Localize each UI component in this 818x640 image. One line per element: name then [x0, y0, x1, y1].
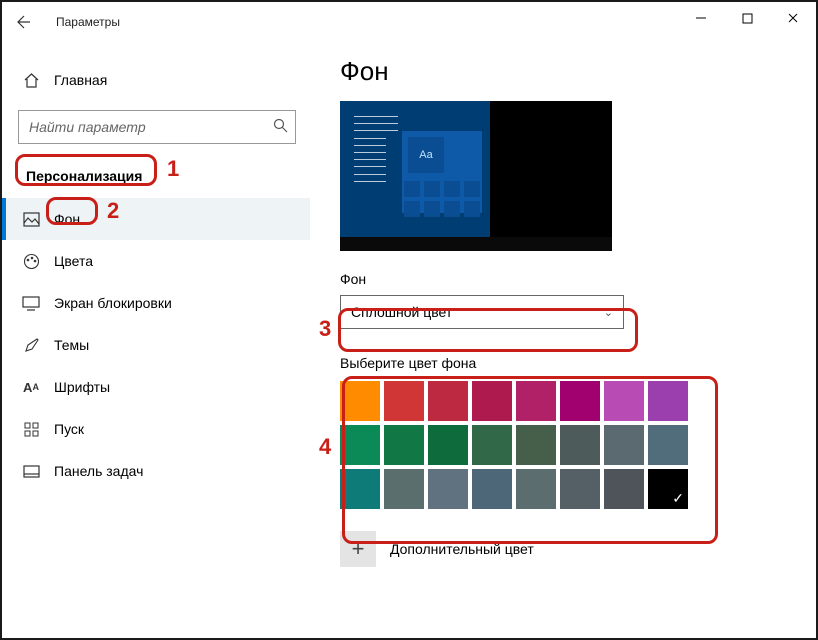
color-swatch[interactable]	[604, 425, 644, 465]
annotation-number-3: 3	[319, 316, 331, 342]
home-icon	[22, 71, 40, 89]
page-heading: Фон	[340, 56, 792, 87]
window-title: Параметры	[56, 15, 120, 29]
dropdown-selected: Сплошной цвет	[351, 304, 452, 320]
back-button[interactable]	[10, 8, 38, 36]
custom-color-label: Дополнительный цвет	[390, 541, 534, 557]
sidebar: Главная Персонализация Фон Цвета Экр	[2, 42, 310, 638]
back-arrow-icon	[16, 14, 32, 30]
color-swatch[interactable]	[648, 425, 688, 465]
minimize-icon	[695, 12, 707, 24]
font-icon: AA	[22, 378, 40, 396]
color-swatch[interactable]	[384, 381, 424, 421]
chevron-down-icon: ⌄	[604, 306, 613, 319]
sidebar-item-themes[interactable]: Темы	[2, 324, 310, 366]
color-swatch[interactable]	[516, 469, 556, 509]
color-swatch[interactable]	[604, 469, 644, 509]
sidebar-item-lockscreen[interactable]: Экран блокировки	[2, 282, 310, 324]
color-swatch[interactable]	[648, 381, 688, 421]
close-button[interactable]	[770, 2, 816, 34]
content: Фон Aa Фон Спл	[310, 42, 816, 638]
annotation-number-2: 2	[107, 198, 119, 224]
sidebar-home[interactable]: Главная	[2, 60, 310, 100]
sidebar-home-label: Главная	[54, 72, 107, 88]
monitor-icon	[22, 294, 40, 312]
color-swatch[interactable]	[648, 469, 688, 509]
color-swatch[interactable]	[472, 469, 512, 509]
color-swatch[interactable]	[428, 469, 468, 509]
sidebar-item-start[interactable]: Пуск	[2, 408, 310, 450]
brush-icon	[22, 336, 40, 354]
plus-icon: +	[352, 536, 365, 562]
palette-icon	[22, 252, 40, 270]
sidebar-item-label: Пуск	[54, 421, 84, 437]
color-swatch[interactable]	[560, 381, 600, 421]
background-dropdown[interactable]: Сплошной цвет ⌄	[340, 295, 624, 329]
sidebar-item-label: Цвета	[54, 253, 93, 269]
background-preview: Aa	[340, 101, 612, 251]
search-wrap	[18, 110, 296, 144]
color-swatch[interactable]	[340, 425, 380, 465]
sidebar-item-colors[interactable]: Цвета	[2, 240, 310, 282]
sidebar-item-label: Темы	[54, 337, 89, 353]
color-swatch[interactable]	[604, 381, 644, 421]
color-swatch[interactable]	[472, 381, 512, 421]
close-icon	[787, 12, 799, 24]
custom-color-button[interactable]: +	[340, 531, 376, 567]
color-swatch[interactable]	[472, 425, 512, 465]
color-swatch[interactable]	[560, 425, 600, 465]
sidebar-item-background[interactable]: Фон	[2, 198, 310, 240]
grid-icon	[22, 420, 40, 438]
sidebar-item-label: Шрифты	[54, 379, 110, 395]
annotation-number-4: 4	[319, 434, 331, 460]
annotation-number-1: 1	[167, 156, 179, 182]
color-swatch[interactable]	[516, 381, 556, 421]
minimize-button[interactable]	[678, 2, 724, 34]
maximize-icon	[742, 13, 753, 24]
color-picker-label: Выберите цвет фона	[340, 355, 792, 371]
color-swatch[interactable]	[560, 469, 600, 509]
color-swatch[interactable]	[340, 469, 380, 509]
window-controls	[678, 2, 816, 34]
color-swatch[interactable]	[428, 381, 468, 421]
color-swatch[interactable]	[516, 425, 556, 465]
color-swatch[interactable]	[384, 469, 424, 509]
sidebar-item-taskbar[interactable]: Панель задач	[2, 450, 310, 492]
sidebar-item-label: Панель задач	[54, 463, 143, 479]
search-icon	[273, 118, 288, 137]
color-swatch[interactable]	[428, 425, 468, 465]
search-input[interactable]	[18, 110, 296, 144]
titlebar: Параметры	[2, 2, 816, 42]
taskbar-icon	[22, 462, 40, 480]
sidebar-item-fonts[interactable]: AA Шрифты	[2, 366, 310, 408]
color-swatch[interactable]	[384, 425, 424, 465]
custom-color-row: + Дополнительный цвет	[340, 531, 792, 567]
sidebar-item-label: Фон	[54, 211, 80, 227]
background-field-label: Фон	[340, 271, 792, 287]
color-swatch[interactable]	[340, 381, 380, 421]
sidebar-section-title: Персонализация	[16, 162, 152, 190]
sidebar-item-label: Экран блокировки	[54, 295, 172, 311]
preview-aa: Aa	[408, 137, 444, 173]
color-swatch-grid	[340, 381, 792, 509]
maximize-button[interactable]	[724, 2, 770, 34]
image-icon	[22, 210, 40, 228]
